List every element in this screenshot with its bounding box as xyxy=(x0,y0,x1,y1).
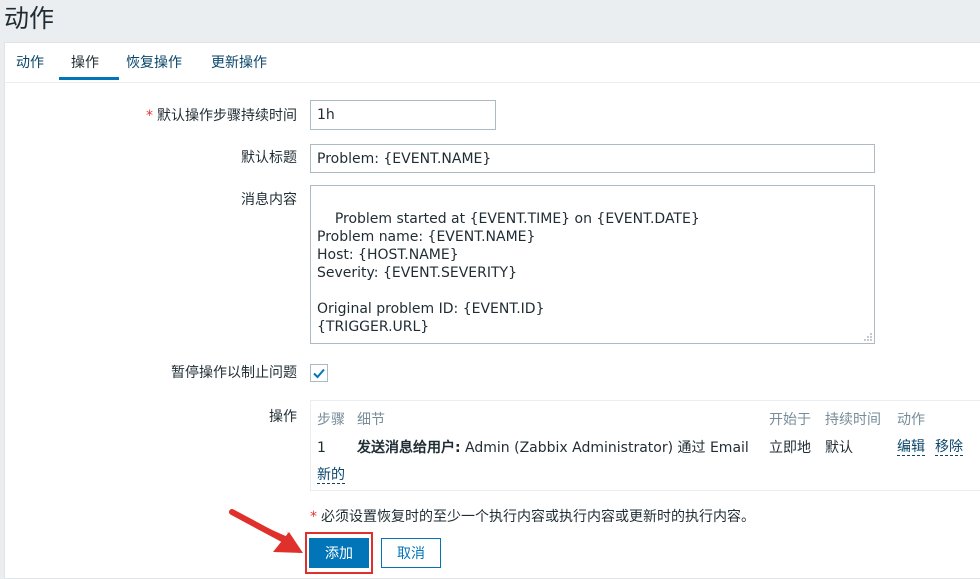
tab-bar: 动作 操作 恢复操作 更新操作 xyxy=(5,43,980,83)
cancel-button[interactable]: 取消 xyxy=(381,538,441,568)
validation-warning: * 必须设置恢复时的至少一个执行内容或执行内容或更新时的执行内容。 xyxy=(310,509,755,525)
operation-step: 1 xyxy=(317,440,326,456)
edit-operation-link[interactable]: 编辑 xyxy=(897,439,925,456)
add-button[interactable]: 添加 xyxy=(309,538,369,568)
pause-suppressed-label: 暂停操作以制止问题 xyxy=(171,365,297,381)
operations-table: 步骤 细节 开始于 持续时间 动作 1 发送消息给用户: Admin (Zabb… xyxy=(310,400,980,491)
required-mark: * xyxy=(146,108,153,124)
action-form-card: 动作 操作 恢复操作 更新操作 *默认操作步骤持续时间 默认标题 消息内容 Pr… xyxy=(4,42,980,579)
resize-grip-icon[interactable] xyxy=(862,331,872,341)
column-header-start-in: 开始于 xyxy=(769,412,811,428)
active-tab-indicator xyxy=(59,77,119,80)
operation-duration: 默认 xyxy=(825,440,853,456)
operation-details: 发送消息给用户: Admin (Zabbix Administrator) 通过… xyxy=(357,440,749,456)
operations-label: 操作 xyxy=(269,409,297,425)
checkmark-icon xyxy=(313,368,325,379)
tab-action[interactable]: 动作 xyxy=(16,54,44,72)
column-header-step: 步骤 xyxy=(317,412,345,428)
page-title: 动作 xyxy=(4,4,55,33)
tab-update-operations[interactable]: 更新操作 xyxy=(211,54,267,72)
remove-operation-link[interactable]: 移除 xyxy=(935,439,963,456)
tab-recovery-operations[interactable]: 恢复操作 xyxy=(126,54,182,72)
pause-suppressed-checkbox[interactable] xyxy=(310,364,328,382)
column-header-action: 动作 xyxy=(897,412,925,428)
message-textarea[interactable]: Problem started at {EVENT.TIME} on {EVEN… xyxy=(310,185,875,344)
step-duration-label: * 默认操作步骤持续时间 xyxy=(146,108,297,124)
message-label: 消息内容 xyxy=(241,192,297,208)
message-text: Problem started at {EVENT.TIME} on {EVEN… xyxy=(317,211,700,335)
column-header-details: 细节 xyxy=(357,412,385,428)
tab-operations[interactable]: 操作 xyxy=(71,54,99,72)
column-header-duration: 持续时间 xyxy=(825,412,881,428)
subject-input[interactable] xyxy=(310,144,875,173)
step-duration-input[interactable] xyxy=(310,100,496,130)
subject-label: 默认标题 xyxy=(241,150,297,166)
new-operation-link[interactable]: 新的 xyxy=(317,467,345,484)
operation-start-in: 立即地 xyxy=(769,440,811,456)
